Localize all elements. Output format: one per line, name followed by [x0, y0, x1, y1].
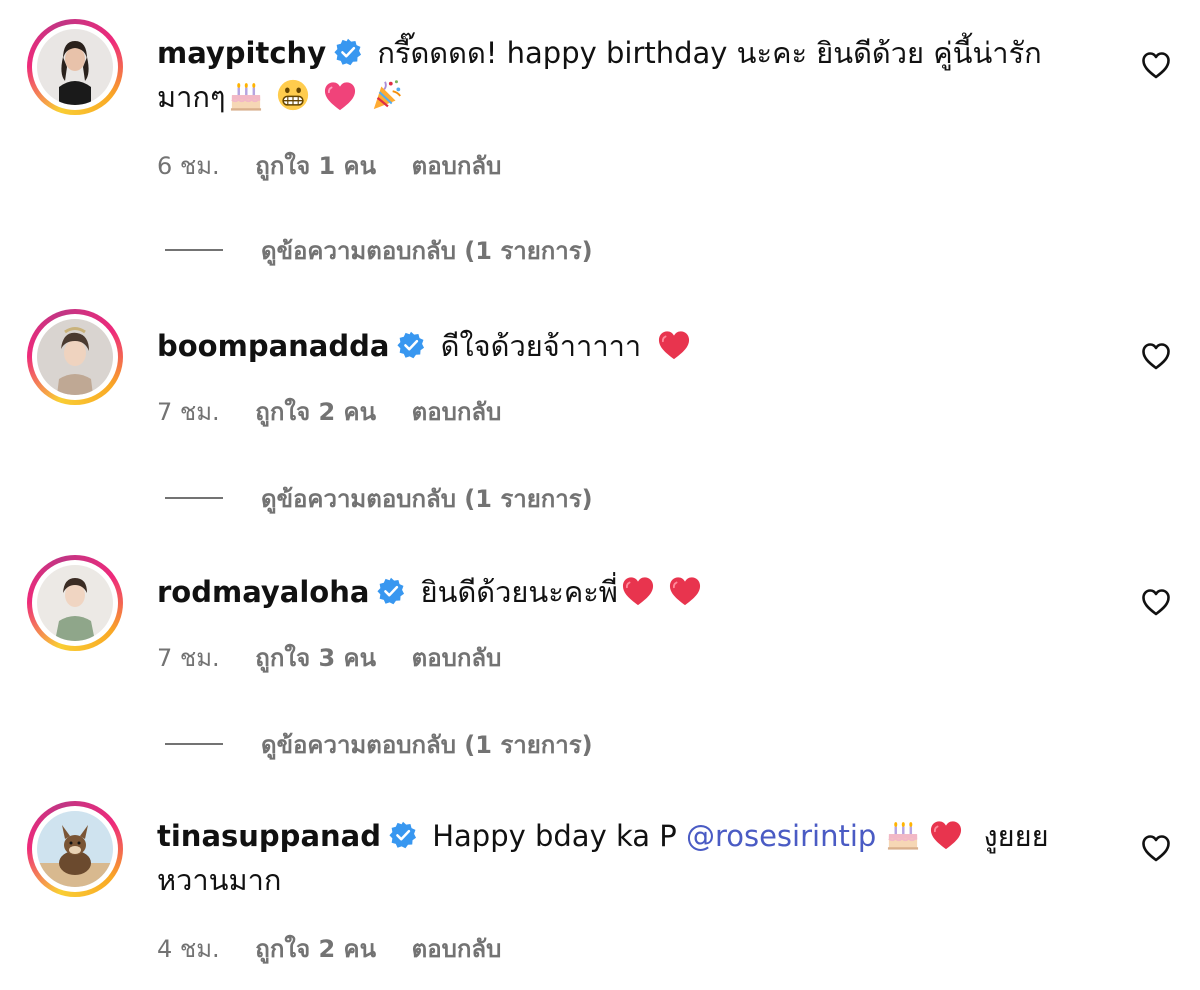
red-heart-icon	[929, 819, 963, 851]
reply-button[interactable]: ตอบกลับ	[412, 644, 502, 672]
comment-body: boompanadda ดีใจด้วยจ้าาาาา	[157, 324, 1077, 368]
comment-time[interactable]: 6 ชม.	[157, 152, 220, 180]
comment-text: ยินดีด้วยนะคะพี่	[420, 575, 618, 609]
comment-text: ดีใจด้วยจ้าาาาา	[440, 329, 642, 363]
birthday-cake-icon	[229, 80, 263, 112]
birthday-cake-icon	[886, 819, 920, 851]
comment-meta: 7 ชม. ถูกใจ 2 คน ตอบกลับ	[157, 392, 529, 431]
avatar-border	[32, 806, 118, 892]
comment-time[interactable]: 4 ชม.	[157, 935, 220, 963]
like-count[interactable]: ถูกใจ 2 คน	[255, 935, 376, 963]
avatar-photo	[37, 29, 113, 105]
party-popper-icon	[370, 78, 404, 112]
comment-body: maypitchy กรี๊ดดดด! happy birthday นะคะ …	[157, 31, 1077, 119]
comment-meta: 4 ชม. ถูกใจ 2 คน ตอบกลับ	[157, 929, 529, 968]
username[interactable]: maypitchy	[157, 36, 326, 70]
avatar-border	[32, 314, 118, 400]
red-heart-icon	[668, 575, 702, 607]
avatar[interactable]	[27, 555, 123, 651]
username[interactable]: tinasuppanad	[157, 819, 381, 853]
like-count[interactable]: ถูกใจ 2 คน	[255, 398, 376, 426]
avatar[interactable]	[27, 309, 123, 405]
avatar[interactable]	[27, 19, 123, 115]
heart-outline-icon[interactable]	[1141, 51, 1171, 79]
avatar-border	[32, 560, 118, 646]
comment-text: Happy bday ka P	[432, 819, 677, 853]
heart-outline-icon[interactable]	[1141, 834, 1171, 862]
username[interactable]: rodmayaloha	[157, 575, 369, 609]
comment-meta: 6 ชม. ถูกใจ 1 คน ตอบกลับ	[157, 146, 529, 185]
view-replies-label: ดูข้อความตอบกลับ (1 รายการ)	[261, 731, 593, 759]
comment-body: tinasuppanad Happy bday ka P @rosesirint…	[157, 814, 1077, 902]
mention-link[interactable]: @rosesirintip	[686, 819, 876, 853]
grimacing-face-icon	[276, 78, 310, 112]
reply-button[interactable]: ตอบกลับ	[412, 935, 502, 963]
red-heart-icon	[621, 575, 655, 607]
reply-button[interactable]: ตอบกลับ	[412, 152, 502, 180]
view-replies-button[interactable]: ดูข้อความตอบกลับ (1 รายการ)	[165, 725, 593, 764]
avatar-photo	[37, 811, 113, 887]
divider-line	[165, 743, 223, 745]
avatar-photo	[37, 319, 113, 395]
red-heart-icon	[657, 329, 691, 361]
comment-meta: 7 ชม. ถูกใจ 3 คน ตอบกลับ	[157, 638, 529, 677]
divider-line	[165, 249, 223, 251]
verified-badge-icon	[389, 821, 417, 849]
avatar-photo	[37, 565, 113, 641]
comment-text: งูยยย	[983, 819, 1049, 853]
avatar-border	[32, 24, 118, 110]
reply-button[interactable]: ตอบกลับ	[412, 398, 502, 426]
avatar[interactable]	[27, 801, 123, 897]
view-replies-label: ดูข้อความตอบกลับ (1 รายการ)	[261, 485, 593, 513]
heart-outline-icon[interactable]	[1141, 342, 1171, 370]
comment-body: rodmayaloha ยินดีด้วยนะคะพี่	[157, 570, 1077, 614]
verified-badge-icon	[334, 38, 362, 66]
view-replies-button[interactable]: ดูข้อความตอบกลับ (1 รายการ)	[165, 231, 593, 270]
like-count[interactable]: ถูกใจ 3 คน	[255, 644, 376, 672]
comment-time[interactable]: 7 ชม.	[157, 398, 220, 426]
divider-line	[165, 497, 223, 499]
pink-heart-icon	[323, 80, 357, 112]
comment-time[interactable]: 7 ชม.	[157, 644, 220, 672]
username[interactable]: boompanadda	[157, 329, 389, 363]
view-replies-label: ดูข้อความตอบกลับ (1 รายการ)	[261, 237, 593, 265]
like-count[interactable]: ถูกใจ 1 คน	[255, 152, 376, 180]
view-replies-button[interactable]: ดูข้อความตอบกลับ (1 รายการ)	[165, 479, 593, 518]
heart-outline-icon[interactable]	[1141, 588, 1171, 616]
verified-badge-icon	[377, 577, 405, 605]
verified-badge-icon	[397, 331, 425, 359]
comment-text: หวานมาก	[157, 863, 282, 897]
